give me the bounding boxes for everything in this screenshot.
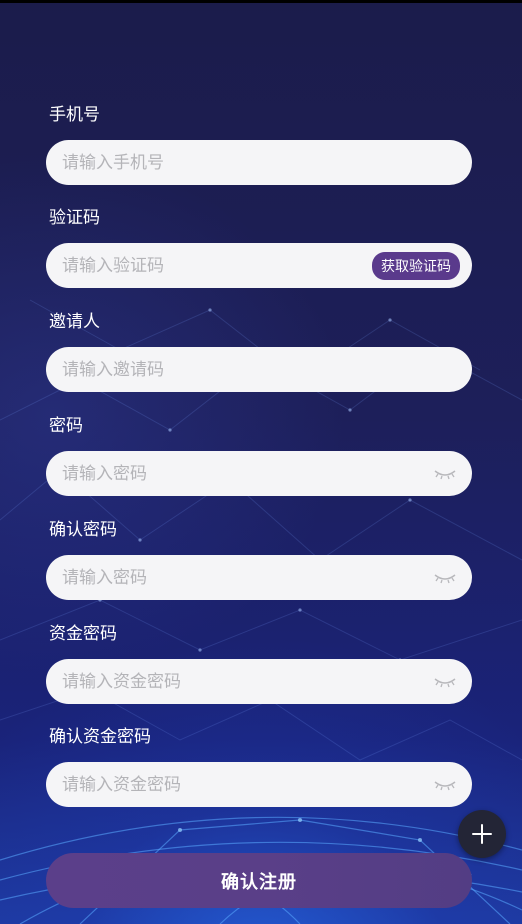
- password-input-container: [46, 451, 472, 496]
- fund-password-label: 资金密码: [49, 624, 117, 644]
- password-field-group: 密码: [46, 416, 472, 496]
- get-code-button[interactable]: 获取验证码: [372, 251, 460, 280]
- eye-closed-icon[interactable]: [434, 779, 456, 791]
- confirm-password-input-container: [46, 555, 472, 600]
- floating-plus-button[interactable]: [458, 810, 506, 858]
- phone-input-container: [46, 140, 472, 185]
- phone-input[interactable]: [60, 151, 458, 174]
- confirm-password-field-group: 确认密码: [46, 520, 472, 600]
- phone-field-group: 手机号: [46, 105, 472, 185]
- confirm-fund-password-input[interactable]: [60, 773, 434, 796]
- confirm-fund-password-input-container: [46, 762, 472, 807]
- confirm-fund-password-label: 确认资金密码: [49, 727, 151, 747]
- eye-closed-icon[interactable]: [434, 676, 456, 688]
- eye-closed-icon[interactable]: [434, 572, 456, 584]
- code-input[interactable]: [60, 254, 372, 277]
- inviter-label: 邀请人: [49, 312, 100, 332]
- code-field-group: 验证码 获取验证码: [46, 208, 472, 288]
- confirm-register-button[interactable]: 确认注册: [46, 853, 472, 908]
- status-bar-strip: [0, 0, 522, 3]
- password-label: 密码: [49, 416, 83, 436]
- plus-icon: [472, 824, 492, 844]
- inviter-field-group: 邀请人: [46, 312, 472, 392]
- confirm-fund-password-field-group: 确认资金密码: [46, 727, 472, 807]
- eye-closed-icon[interactable]: [434, 468, 456, 480]
- phone-label: 手机号: [49, 105, 100, 125]
- password-input[interactable]: [60, 462, 434, 485]
- fund-password-input[interactable]: [60, 670, 434, 693]
- confirm-password-input[interactable]: [60, 566, 434, 589]
- inviter-input-container: [46, 347, 472, 392]
- code-label: 验证码: [49, 208, 100, 228]
- fund-password-input-container: [46, 659, 472, 704]
- code-input-container: 获取验证码: [46, 243, 472, 288]
- inviter-input[interactable]: [60, 358, 458, 381]
- fund-password-field-group: 资金密码: [46, 624, 472, 704]
- confirm-password-label: 确认密码: [49, 520, 117, 540]
